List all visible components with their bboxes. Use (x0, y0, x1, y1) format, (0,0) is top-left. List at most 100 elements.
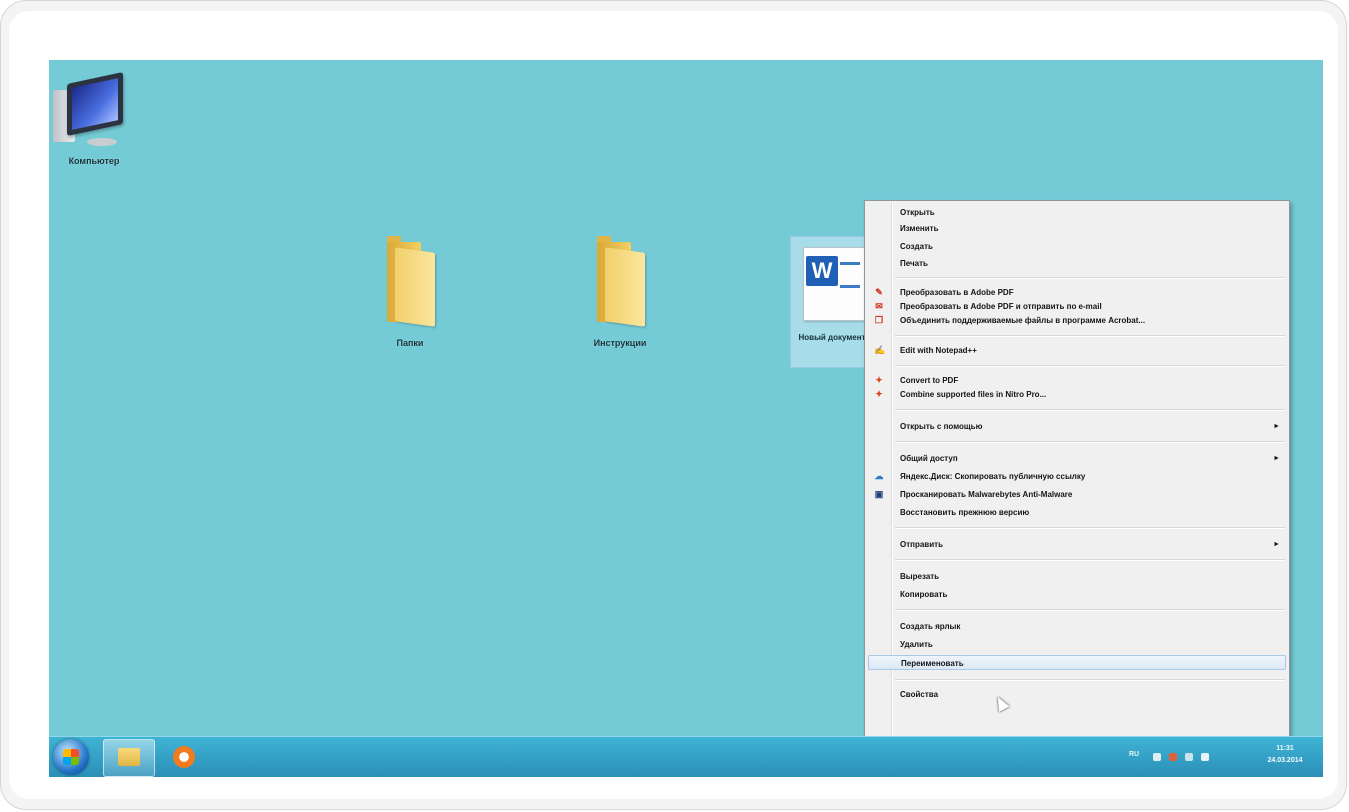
menu-separator (895, 527, 1285, 529)
desktop-icon-folder-1[interactable]: Папки (365, 234, 455, 348)
menu-item-open[interactable]: Открыть (868, 205, 1286, 220)
menu-item-combine-acrobat[interactable]: ❐ Объединить поддерживаемые файлы в прог… (868, 313, 1286, 328)
menu-item-edit-notepad[interactable]: ✍ Edit with Notepad++ (868, 343, 1286, 358)
menu-item-convert-adobe-pdf[interactable]: ✎ Преобразовать в Adobe PDF (868, 285, 1286, 300)
desktop-icon-label: Инструкции (593, 338, 647, 348)
menu-item-label: Общий доступ (900, 454, 958, 463)
menu-item-cut[interactable]: Вырезать (868, 569, 1286, 584)
volume-icon[interactable] (1201, 753, 1209, 761)
menu-item-label: Копировать (900, 590, 948, 599)
menu-item-label: Combine supported files in Nitro Pro... (900, 390, 1047, 399)
start-button[interactable] (53, 739, 89, 775)
menu-item-new[interactable]: Создать (868, 239, 1286, 254)
malwarebytes-icon: ▣ (874, 489, 884, 499)
menu-item-label: Печать (900, 259, 928, 268)
nitro-icon: ✦ (875, 375, 883, 385)
nitro-combine-icon: ✦ (875, 389, 883, 399)
folder-icon (591, 234, 649, 327)
menu-separator (895, 365, 1285, 367)
media-player-icon (173, 746, 195, 768)
menu-item-share[interactable]: Общий доступ ► (868, 451, 1286, 466)
menu-separator (895, 409, 1285, 411)
menu-item-label: Восстановить прежнюю версию (900, 508, 1030, 517)
taskbar: RU 11:31 24.03.2014 (49, 736, 1323, 777)
menu-separator (895, 679, 1285, 681)
menu-item-label: Вырезать (900, 572, 940, 581)
menu-item-combine-nitro[interactable]: ✦ Combine supported files in Nitro Pro..… (868, 387, 1286, 402)
menu-separator (895, 441, 1285, 443)
computer-monitor (67, 72, 123, 136)
menu-item-convert-to-pdf[interactable]: ✦ Convert to PDF (868, 373, 1286, 388)
desktop-icon-label: Компьютер (68, 156, 120, 166)
menu-item-label: Удалить (900, 640, 933, 649)
taskbar-media-player-button[interactable] (161, 739, 211, 775)
taskbar-explorer-button[interactable] (103, 739, 155, 777)
menu-item-label: Преобразовать в Adobe PDF (900, 288, 1014, 297)
menu-item-properties[interactable]: Свойства (868, 687, 1286, 702)
menu-item-delete[interactable]: Удалить (868, 637, 1286, 652)
menu-item-label: Свойства (900, 690, 939, 699)
menu-separator (895, 559, 1285, 561)
system-tray: RU 11:31 24.03.2014 (1109, 741, 1319, 773)
menu-item-copy[interactable]: Копировать (868, 587, 1286, 602)
menu-item-malwarebytes-scan[interactable]: ▣ Просканировать Malwarebytes Anti-Malwa… (868, 487, 1286, 502)
menu-item-label: Convert to PDF (900, 376, 959, 385)
folder-front (605, 247, 645, 327)
acrobat-combine-icon: ❐ (874, 315, 884, 325)
tray-app-icon[interactable] (1169, 753, 1177, 761)
word-lines (840, 262, 860, 288)
computer-icon (49, 72, 139, 156)
acrobat-mail-icon: ✉ (875, 301, 883, 311)
menu-item-restore-previous-versions[interactable]: Восстановить прежнюю версию (868, 505, 1286, 520)
folder-front (395, 247, 435, 327)
menu-separator (895, 335, 1285, 337)
acrobat-icon: ✎ (875, 287, 883, 297)
clock-time: 11:31 (1276, 745, 1294, 752)
clock-date: 24.03.2014 (1267, 757, 1303, 764)
word-logo: W (806, 256, 838, 286)
menu-item-open-with[interactable]: Открыть с помощью ► (868, 419, 1286, 434)
menu-item-print[interactable]: Печать (868, 256, 1286, 271)
desktop-icon-label: Папки (396, 338, 424, 348)
submenu-arrow-icon: ► (1273, 455, 1280, 462)
menu-item-create-shortcut[interactable]: Создать ярлык (868, 619, 1286, 634)
menu-item-label: Изменить (900, 224, 939, 233)
menu-item-label: Открыть (900, 208, 935, 217)
desktop-screen: Компьютер Папки Инструкции W Новый докум… (49, 60, 1323, 777)
desktop-icon-folder-2[interactable]: Инструкции (575, 234, 665, 348)
desktop-icon-label: Новый документ (798, 333, 866, 342)
menu-item-label: Яндекс.Диск: Скопировать публичную ссылк… (900, 472, 1086, 481)
tray-clock[interactable]: 11:31 24.03.2014 (1257, 743, 1313, 767)
desktop-icon-computer[interactable]: Компьютер (49, 72, 139, 166)
menu-item-label: Преобразовать в Adobe PDF и отправить по… (900, 302, 1102, 311)
menu-item-label: Объединить поддерживаемые файлы в програ… (900, 316, 1146, 325)
menu-item-label: Просканировать Malwarebytes Anti-Malware (900, 490, 1073, 499)
computer-stand (87, 138, 117, 146)
windows-logo-icon (63, 749, 79, 765)
desktop-icon-word-document[interactable]: W Новый документ (790, 236, 874, 368)
menu-item-label: Отправить (900, 540, 943, 549)
yandex-disk-icon: ☁ (874, 471, 884, 481)
menu-item-rename[interactable]: Переименовать (868, 655, 1286, 670)
menu-item-label: Переименовать (901, 659, 964, 668)
menu-item-label: Создать (900, 242, 933, 251)
menu-separator (895, 277, 1285, 279)
word-document-icon: W (803, 247, 865, 321)
menu-item-label: Edit with Notepad++ (900, 346, 977, 355)
context-menu: Открыть Изменить Создать Печать ✎ Преобр… (864, 200, 1290, 742)
tray-arrow-icon[interactable] (1153, 753, 1161, 761)
submenu-arrow-icon: ► (1273, 423, 1280, 430)
menu-item-convert-adobe-pdf-email[interactable]: ✉ Преобразовать в Adobe PDF и отправить … (868, 299, 1286, 314)
submenu-arrow-icon: ► (1273, 541, 1280, 548)
monitor-screen (72, 78, 118, 130)
menu-item-edit[interactable]: Изменить (868, 221, 1286, 236)
folder-icon (381, 234, 439, 327)
language-indicator[interactable]: RU (1129, 751, 1139, 758)
notepad-plus-icon: ✍ (874, 345, 886, 355)
menu-item-send-to[interactable]: Отправить ► (868, 537, 1286, 552)
menu-item-label: Открыть с помощью (900, 422, 983, 431)
menu-item-yandex-disk-link[interactable]: ☁ Яндекс.Диск: Скопировать публичную ссы… (868, 469, 1286, 484)
folder-icon (118, 748, 140, 766)
menu-item-label: Создать ярлык (900, 622, 961, 631)
network-icon[interactable] (1185, 753, 1193, 761)
